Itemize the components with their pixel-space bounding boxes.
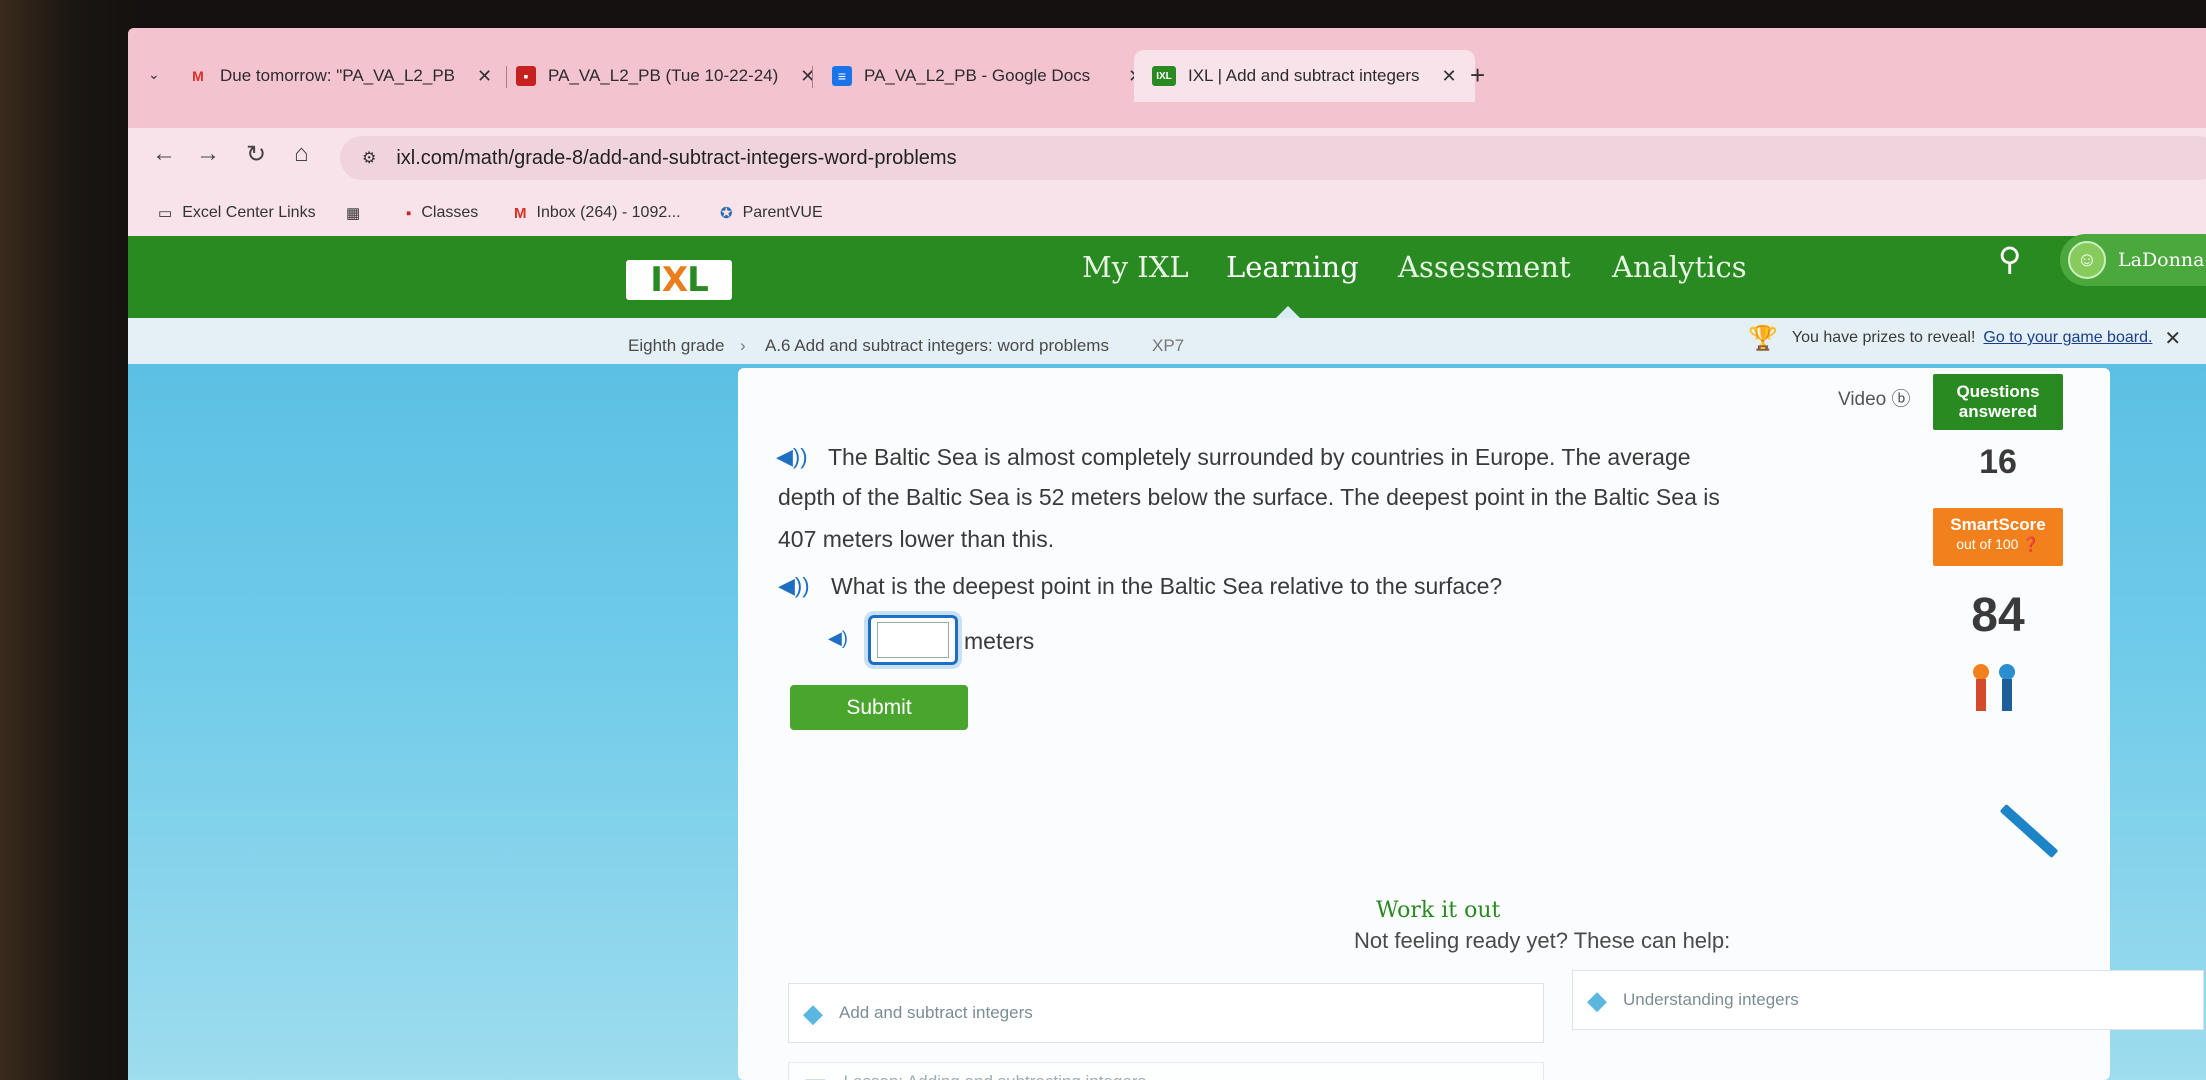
search-icon[interactable]: ⚲ <box>1998 240 2021 278</box>
classroom-icon: ▪ <box>406 204 412 222</box>
parentvue-icon: ✪ <box>720 205 733 222</box>
close-icon[interactable]: ✕ <box>477 66 492 87</box>
gmail-icon: M <box>192 68 204 84</box>
bookmark-inbox[interactable]: M Inbox (264) - 1092... <box>514 204 681 222</box>
tab-label: PA_VA_L2_PB - Google Docs <box>864 66 1091 85</box>
diamond-icon: ◆ <box>1587 984 1607 1015</box>
home-icon[interactable]: ⌂ <box>294 140 309 168</box>
bookmark-label: Inbox (264) - 1092... <box>536 204 681 221</box>
skill-code: XP7 <box>1152 336 1185 355</box>
reload-icon[interactable]: ↻ <box>246 140 266 169</box>
medal-icon <box>1999 664 2015 711</box>
user-menu[interactable]: ☺ LaDonna <box>2060 234 2206 286</box>
apps-icon[interactable]: ▦ <box>346 204 370 222</box>
medal-icon <box>1973 664 1989 711</box>
prize-banner: 🏆 You have prizes to reveal! Go to your … <box>1748 318 2181 358</box>
nav-assessment[interactable]: Assessment <box>1398 250 1571 284</box>
bookmark-label: Excel Center Links <box>182 204 316 221</box>
smartscore-sub: out of 100 <box>1956 536 2019 552</box>
work-it-out-heading: Work it out <box>1376 898 1501 923</box>
tab-gmail[interactable]: M Due tomorrow: "PA_VA_L2_PB ✕ <box>188 50 492 102</box>
breadcrumb-skill: A.6 Add and subtract integers: word prob… <box>765 336 1109 355</box>
close-icon[interactable]: ✕ <box>800 66 815 87</box>
gmail-icon: M <box>514 204 527 222</box>
tab-ixl[interactable]: IXL IXL | Add and subtract integers ✕ <box>1134 50 1475 102</box>
speaker-icon[interactable]: ◀) <box>828 628 848 649</box>
bookmark-label: ParentVUE <box>742 204 823 221</box>
lesson-icon: ▭ <box>803 1067 828 1080</box>
ixl-favicon: IXL <box>1152 66 1176 86</box>
answer-field[interactable] <box>868 615 958 665</box>
speaker-icon[interactable]: ◀)) <box>778 573 810 599</box>
tab-divider <box>506 66 507 88</box>
new-tab-button[interactable]: + <box>1470 60 1485 91</box>
tab-search-icon[interactable]: ⌄ <box>148 66 160 83</box>
help-prompt: Not feeling ready yet? These can help: <box>1354 928 1731 953</box>
diamond-icon: ◆ <box>803 997 823 1028</box>
skill-label: Understanding integers <box>1623 990 1799 1009</box>
ixl-logo[interactable]: IXL <box>626 260 732 300</box>
question-text: 407 meters lower than this. <box>778 526 1055 552</box>
video-label: Video <box>1838 389 1887 410</box>
smartscore-value: 84 <box>1971 589 2025 642</box>
tab-divider <box>812 66 813 88</box>
play-icon: ⓑ <box>1891 389 1911 410</box>
help-icon[interactable]: ❓ <box>2022 536 2039 552</box>
tab-label: Due tomorrow: "PA_VA_L2_PB <box>220 66 456 85</box>
game-board-link[interactable]: Go to your game board. <box>1983 329 2152 347</box>
questions-answered-count: 16 <box>1979 443 2017 481</box>
video-button[interactable]: Video ⓑ <box>1838 384 1911 411</box>
browser-window: ⌄ M Due tomorrow: "PA_VA_L2_PB ✕ ▪ PA_VA… <box>128 28 2206 1080</box>
classroom-icon: ▪ <box>516 66 536 86</box>
tab-google-docs[interactable]: ≡ PA_VA_L2_PB - Google Docs ✕ <box>832 50 1143 102</box>
url-text: ixl.com/math/grade-8/add-and-subtract-in… <box>396 146 957 169</box>
close-icon[interactable]: ✕ <box>2164 326 2181 351</box>
trophy-icon: 🏆 <box>1748 324 1778 352</box>
lesson-label: Lesson: Adding and subtracting integers <box>844 1072 1146 1080</box>
bookmark-label: Classes <box>421 204 479 221</box>
prize-text: You have prizes to reveal! <box>1791 329 1976 346</box>
address-bar[interactable]: ⚙ ixl.com/math/grade-8/add-and-subtract-… <box>340 136 2206 180</box>
question-prompt: What is the deepest point in the Baltic … <box>831 573 1503 599</box>
folder-icon: ▭ <box>158 205 173 222</box>
submit-button[interactable]: Submit <box>790 685 968 730</box>
skill-link-understanding-integers[interactable]: ◆ Understanding integers <box>1572 970 2204 1030</box>
avatar-icon: ☺ <box>2068 241 2106 279</box>
active-nav-indicator <box>1276 306 1300 318</box>
speaker-icon[interactable]: ◀)) <box>776 444 808 470</box>
bookmark-classes[interactable]: ▪ Classes <box>406 204 478 222</box>
nav-analytics[interactable]: Analytics <box>1612 250 1747 284</box>
bookmark-excel-center-links[interactable]: ▭ Excel Center Links <box>158 204 316 222</box>
tab-classroom[interactable]: ▪ PA_VA_L2_PB (Tue 10-22-24) ✕ <box>516 50 815 102</box>
skill-label: Add and subtract integers <box>839 1003 1033 1022</box>
username: LaDonna <box>2118 249 2205 271</box>
close-icon[interactable]: ✕ <box>1442 66 1457 87</box>
questions-answered-label: Questions answered <box>1933 374 2063 430</box>
breadcrumb-grade[interactable]: Eighth grade <box>628 336 724 356</box>
answer-input[interactable] <box>877 622 949 658</box>
smartscore-label: SmartScore out of 100 ❓ <box>1933 508 2063 566</box>
site-info-icon[interactable]: ⚙ <box>362 148 376 168</box>
breadcrumb-chevron-icon: › <box>740 336 746 355</box>
lesson-link[interactable]: ▭ Lesson: Adding and subtracting integer… <box>788 1062 1544 1080</box>
nav-learning[interactable]: Learning <box>1226 250 1359 284</box>
forward-icon[interactable]: → <box>196 140 220 168</box>
tab-label: PA_VA_L2_PB (Tue 10-22-24) <box>548 66 779 85</box>
skill-link-add-subtract-integers[interactable]: ◆ Add and subtract integers <box>788 983 1544 1043</box>
question-text: depth of the Baltic Sea is 52 meters bel… <box>778 484 1720 510</box>
nav-my-ixl[interactable]: My IXL <box>1082 250 1189 284</box>
smartscore-title: SmartScore <box>1950 515 2046 534</box>
tab-label: IXL | Add and subtract integers <box>1188 66 1420 85</box>
question-text: The Baltic Sea is almost completely surr… <box>828 444 1691 470</box>
bookmark-parentvue[interactable]: ✪ ParentVUE <box>720 204 823 222</box>
docs-icon: ≡ <box>832 66 852 86</box>
unit-label: meters <box>964 628 1035 654</box>
back-icon[interactable]: ← <box>152 140 176 168</box>
